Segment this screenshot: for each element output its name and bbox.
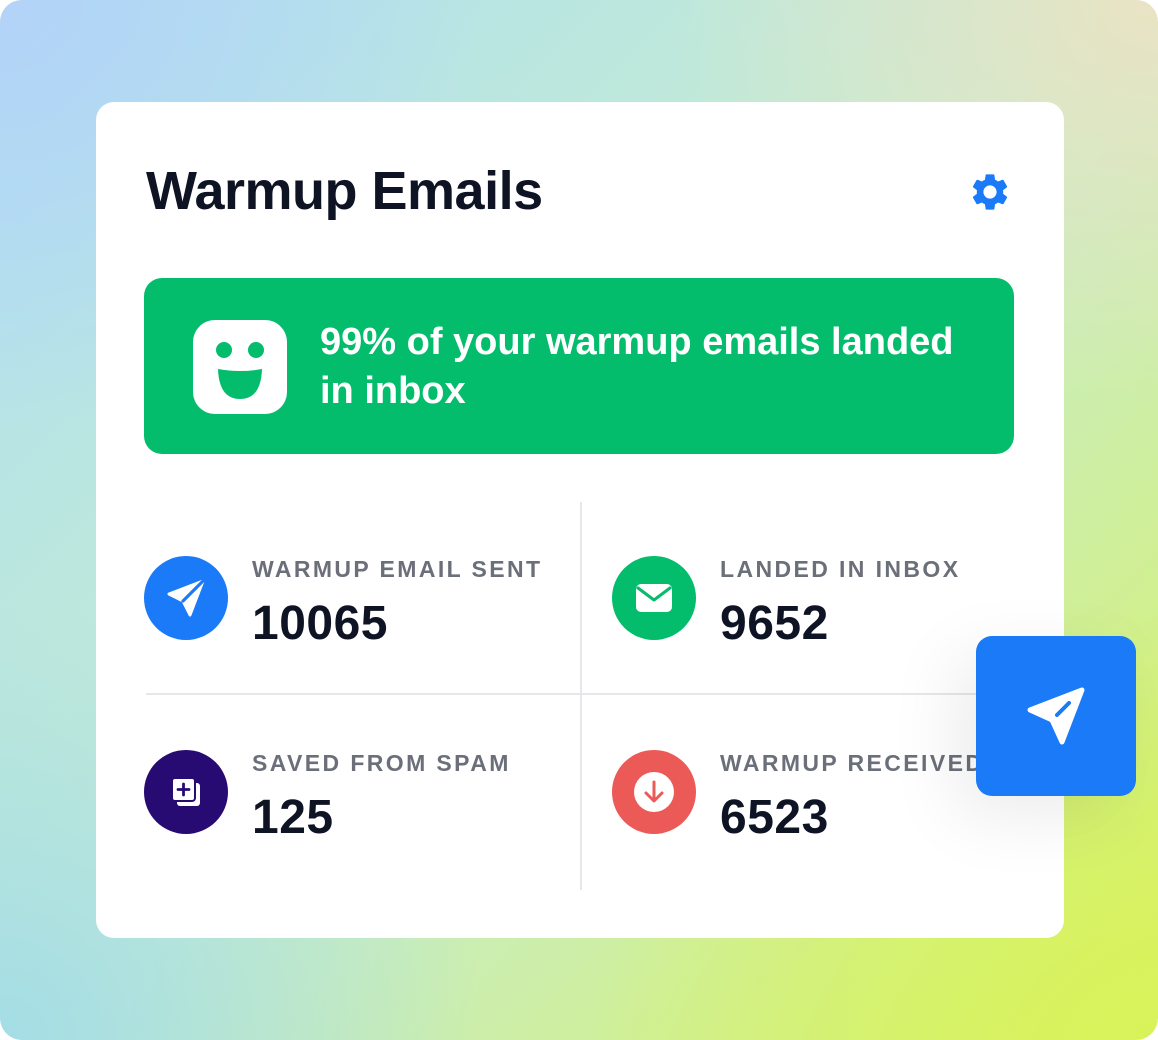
send-badge[interactable] — [976, 636, 1136, 796]
smiley-face-icon — [193, 320, 287, 414]
send-icon — [1027, 687, 1085, 745]
stat-label: LANDED IN INBOX — [720, 556, 961, 582]
stat-value: 6523 — [720, 791, 829, 844]
stat-value: 125 — [252, 791, 334, 844]
stat-value: 9652 — [720, 597, 829, 650]
add-copy-icon — [144, 750, 228, 834]
warmup-emails-card: Warmup Emails 99% of your warmup emails … — [96, 102, 1064, 938]
stat-label: WARMUP RECEIVED — [720, 750, 985, 776]
grid-divider-vertical — [580, 502, 582, 890]
envelope-icon — [612, 556, 696, 640]
download-arrow-icon — [612, 750, 696, 834]
banner-message: 99% of your warmup emails landed in inbo… — [320, 321, 954, 412]
paper-plane-icon — [144, 556, 228, 640]
grid-divider-horizontal — [146, 693, 1016, 695]
stat-label: WARMUP EMAIL SENT — [252, 556, 543, 582]
card-title: Warmup Emails — [146, 161, 543, 221]
stat-value: 10065 — [252, 597, 388, 650]
stat-label: SAVED FROM SPAM — [252, 750, 511, 776]
gear-icon[interactable] — [968, 170, 1012, 214]
inbox-rate-banner: 99% of your warmup emails landed in inbo… — [144, 278, 1014, 454]
